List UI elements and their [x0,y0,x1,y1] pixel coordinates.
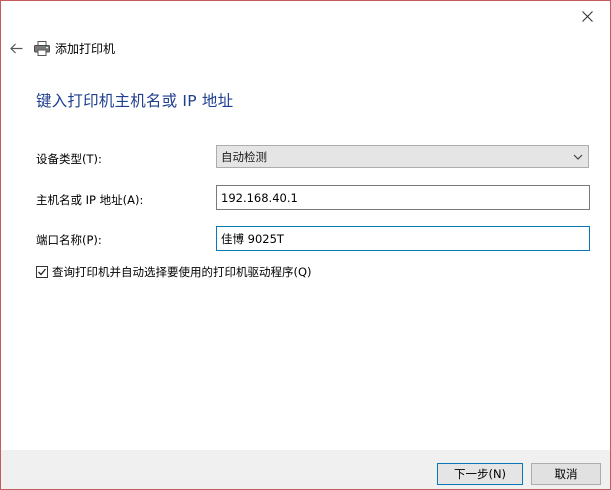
query-printer-checkbox[interactable] [36,266,48,278]
checkmark-icon [38,268,47,276]
device-type-select[interactable]: 自动检测 [216,145,589,168]
query-printer-checkbox-label: 查询打印机并自动选择要使用的打印机驱动程序(Q) [52,265,312,279]
printer-icon [33,39,51,57]
add-printer-dialog: 添加打印机 键入打印机主机名或 IP 地址 设备类型(T): 自动检测 主机名或… [0,0,611,490]
close-icon [581,11,593,22]
dialog-footer: 下一步(N) 取消 [1,450,610,489]
back-button[interactable] [5,37,27,59]
close-button[interactable] [564,1,610,32]
port-name-label: 端口名称(P): [36,233,102,247]
cancel-button[interactable]: 取消 [531,463,601,485]
device-type-label: 设备类型(T): [36,152,102,166]
back-arrow-icon [9,43,22,53]
query-printer-checkbox-row[interactable]: 查询打印机并自动选择要使用的打印机驱动程序(Q) [36,264,312,280]
port-name-input[interactable] [216,226,590,251]
dialog-header: 添加打印机 [5,37,115,59]
next-button[interactable]: 下一步(N) [437,463,523,485]
window-title: 添加打印机 [55,41,116,56]
page-title: 键入打印机主机名或 IP 地址 [36,92,234,110]
device-type-value: 自动检测 [221,149,267,164]
host-label: 主机名或 IP 地址(A): [36,193,144,207]
host-input[interactable] [216,185,590,210]
chevron-down-icon [573,154,583,160]
